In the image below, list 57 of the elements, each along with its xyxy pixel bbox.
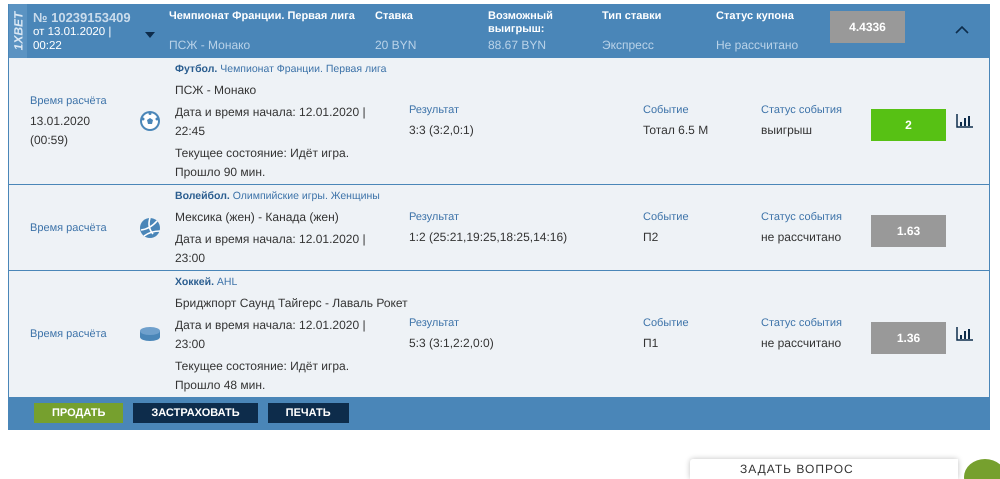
time-value: 13.01.2020 (00:59) <box>30 112 92 148</box>
result-label: Результат <box>409 210 460 224</box>
field-label: Возможный выигрыш: <box>488 10 554 36</box>
event-value: П2 <box>643 228 660 246</box>
start-time: Дата и время начала: 12.01.2020 | 23:00 <box>175 231 367 267</box>
status-label: Статус события <box>761 103 843 118</box>
game-state: Текущее состояние: Идёт игра. Прошло 90 мин. <box>175 145 350 181</box>
event-label: Событие <box>643 316 690 331</box>
field-value: 20 BYN <box>375 38 418 52</box>
result-label: Результат <box>409 103 460 118</box>
status-label: Статус события <box>761 210 843 224</box>
status-value: не рассчитано <box>761 335 842 352</box>
collapse-chevron-icon[interactable] <box>955 26 969 34</box>
caret-icon[interactable] <box>145 32 155 38</box>
game-state: Текущее состояние: Идёт игра. Прошло 48 мин. <box>175 358 350 394</box>
event-value: Тотал 6.5 М <box>643 122 710 139</box>
result-label: Результат <box>409 316 460 331</box>
coupon-date: от 13.01.2020 | 00:22 <box>33 25 112 53</box>
status-value: не рассчитано <box>761 228 842 246</box>
coupon-number: № 10239153409 <box>33 10 132 25</box>
bar-chart-icon[interactable] <box>956 114 973 128</box>
field-value: Не рассчитано <box>716 38 800 52</box>
total-odds: 4.4336 <box>830 11 905 43</box>
event-label: Событие <box>643 103 690 118</box>
status-value: выигрыш <box>761 122 814 139</box>
teams: ПСЖ - Монако <box>175 82 258 99</box>
action-button[interactable]: ПЕЧАТЬ <box>268 403 349 423</box>
result-value: 3:3 (3:2,0:1) <box>409 122 475 139</box>
logo: 1XBET <box>9 4 27 58</box>
field-label: Статус купона <box>716 10 795 23</box>
teams: Бриджпорт Саунд Тайгерс - Лаваль Рокет <box>175 295 409 312</box>
field-value: Экспресс <box>602 38 655 52</box>
event-value: П1 <box>643 335 660 352</box>
action-button[interactable]: ЗАСТРАХОВАТЬ <box>133 403 258 423</box>
time-label: Время расчёта <box>30 94 108 108</box>
category: Футбол. Чемпионат Франции. Первая лига <box>175 62 388 77</box>
odds: 2 <box>871 108 946 140</box>
match-name: ПСЖ - Монако <box>169 38 252 52</box>
category: Хоккей. AHL <box>175 275 238 290</box>
start-time: Дата и время начала: 12.01.2020 | 22:45 <box>175 104 367 140</box>
ask-question-widget[interactable]: ЗАДАТЬ ВОПРОС <box>690 459 958 479</box>
event-label: Событие <box>643 210 690 224</box>
category: Волейбол. Олимпийские игры. Женщины <box>175 189 381 204</box>
bar-chart-icon[interactable] <box>956 327 973 341</box>
field-label: Тип ставки <box>602 10 662 23</box>
odds: 1.63 <box>871 215 946 247</box>
field-label: Ставка <box>375 10 414 23</box>
time-label: Время расчёта <box>30 220 108 236</box>
start-time: Дата и время начала: 12.01.2020 | 23:00 <box>175 317 367 353</box>
field-value: 88.67 BYN <box>488 38 548 52</box>
teams: Мексика (жен) - Канада (жен) <box>175 209 340 226</box>
time-label: Время расчёта <box>30 327 108 342</box>
odds: 1.36 <box>871 322 946 354</box>
status-label: Статус события <box>761 316 843 331</box>
championship-title: Чемпионат Франции. Первая лига <box>169 10 356 23</box>
result-value: 5:3 (3:1,2:2,0:0) <box>409 335 495 352</box>
result-value: 1:2 (25:21,19:25,18:25,14:16) <box>409 228 568 246</box>
